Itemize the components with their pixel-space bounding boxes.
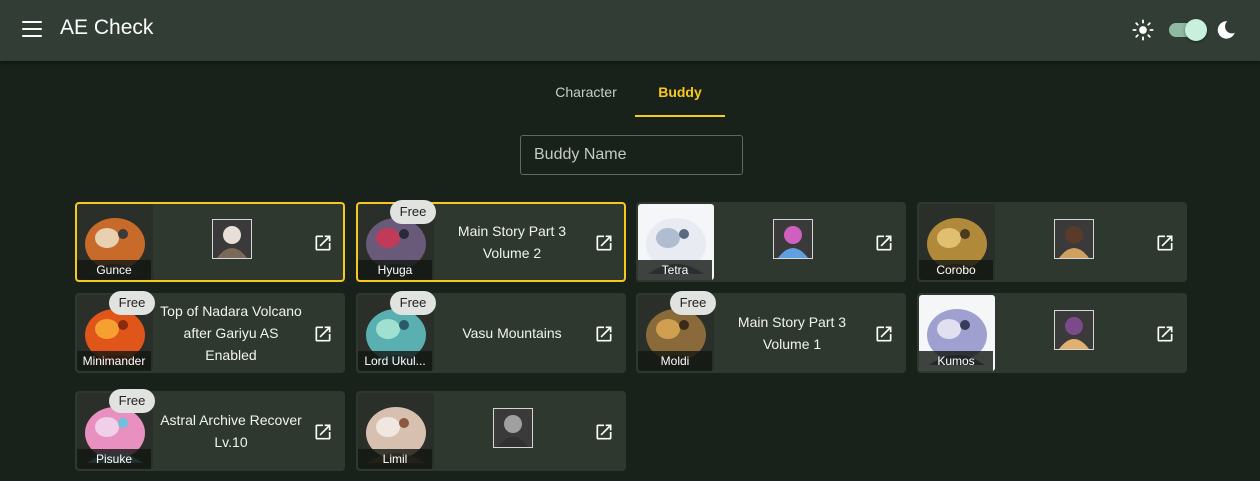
acquisition-location: Main Story Part 3 Volume 1: [737, 314, 847, 352]
buddy-name: Hyuga: [358, 260, 432, 280]
buddy-name: Limil: [358, 449, 432, 469]
buddy-card[interactable]: Limil: [356, 391, 626, 471]
app-title: AE Check: [60, 16, 154, 39]
acquisition-location: Astral Archive Recover Lv.10: [160, 412, 302, 450]
open-in-new-icon[interactable]: [313, 324, 333, 344]
buddy-card[interactable]: Pisuke Free Astral Archive Recover Lv.10: [75, 389, 345, 471]
buddy-name: Moldi: [638, 351, 712, 371]
character-portrait: [773, 219, 813, 259]
open-in-new-icon[interactable]: [594, 324, 614, 344]
app-bar: AE Check: [0, 0, 1260, 61]
acquisition-location: Top of Nadara Volcano after Gariyu AS En…: [160, 303, 302, 363]
buddy-name-input[interactable]: [520, 135, 743, 175]
buddy-portrait: Corobo: [919, 204, 995, 280]
free-badge: Free: [670, 291, 716, 315]
open-in-new-icon[interactable]: [1155, 324, 1175, 344]
buddy-name: Minimander: [77, 351, 151, 371]
menu-icon[interactable]: [22, 21, 42, 37]
buddy-name: Gunce: [77, 260, 151, 280]
open-in-new-icon[interactable]: [313, 422, 333, 442]
buddy-name: Pisuke: [77, 449, 151, 469]
acquisition-location: Main Story Part 3 Volume 2: [457, 223, 567, 261]
buddy-portrait: Kumos: [919, 295, 995, 371]
open-in-new-icon[interactable]: [874, 324, 894, 344]
free-badge: Free: [109, 291, 155, 315]
free-badge: Free: [390, 200, 436, 224]
buddy-name: Corobo: [919, 260, 993, 280]
buddy-card[interactable]: Minimander Free Top of Nadara Volcano afte…: [75, 291, 345, 373]
character-portrait: [493, 408, 533, 448]
buddy-card[interactable]: Lord Ukul... Free Vasu Mountains: [356, 291, 626, 373]
buddy-card[interactable]: Kumos: [917, 293, 1187, 373]
theme-toggle[interactable]: [1167, 19, 1207, 41]
open-in-new-icon[interactable]: [874, 233, 894, 253]
toggle-thumb: [1185, 19, 1207, 41]
open-in-new-icon[interactable]: [313, 233, 333, 253]
buddy-portrait: Tetra: [638, 204, 714, 280]
open-in-new-icon[interactable]: [1155, 233, 1175, 253]
buddy-name: Kumos: [919, 351, 993, 371]
open-in-new-icon[interactable]: [594, 422, 614, 442]
buddy-portrait: Gunce: [77, 204, 153, 280]
buddy-name: Lord Ukul...: [358, 351, 432, 371]
buddy-portrait: Limil: [358, 393, 434, 469]
tab-bar: Character Buddy: [0, 70, 1260, 117]
sun-icon: [1132, 19, 1154, 41]
character-portrait: [212, 219, 252, 259]
character-portrait: [1054, 310, 1094, 350]
buddy-card[interactable]: Tetra: [636, 202, 906, 282]
buddy-card[interactable]: Hyuga Free Main Story Part 3 Volume 2: [356, 200, 626, 282]
character-portrait: [1054, 219, 1094, 259]
buddy-card[interactable]: Gunce: [75, 202, 345, 282]
tab-buddy[interactable]: Buddy: [635, 70, 725, 117]
buddy-card[interactable]: Corobo: [917, 202, 1187, 282]
moon-icon: [1217, 21, 1235, 39]
tab-character[interactable]: Character: [537, 70, 635, 117]
buddy-card[interactable]: Moldi Free Main Story Part 3 Volume 1: [636, 291, 906, 373]
open-in-new-icon[interactable]: [594, 233, 614, 253]
free-badge: Free: [390, 291, 436, 315]
acquisition-location: Vasu Mountains: [462, 325, 562, 341]
free-badge: Free: [109, 389, 155, 413]
buddy-name: Tetra: [638, 260, 712, 280]
